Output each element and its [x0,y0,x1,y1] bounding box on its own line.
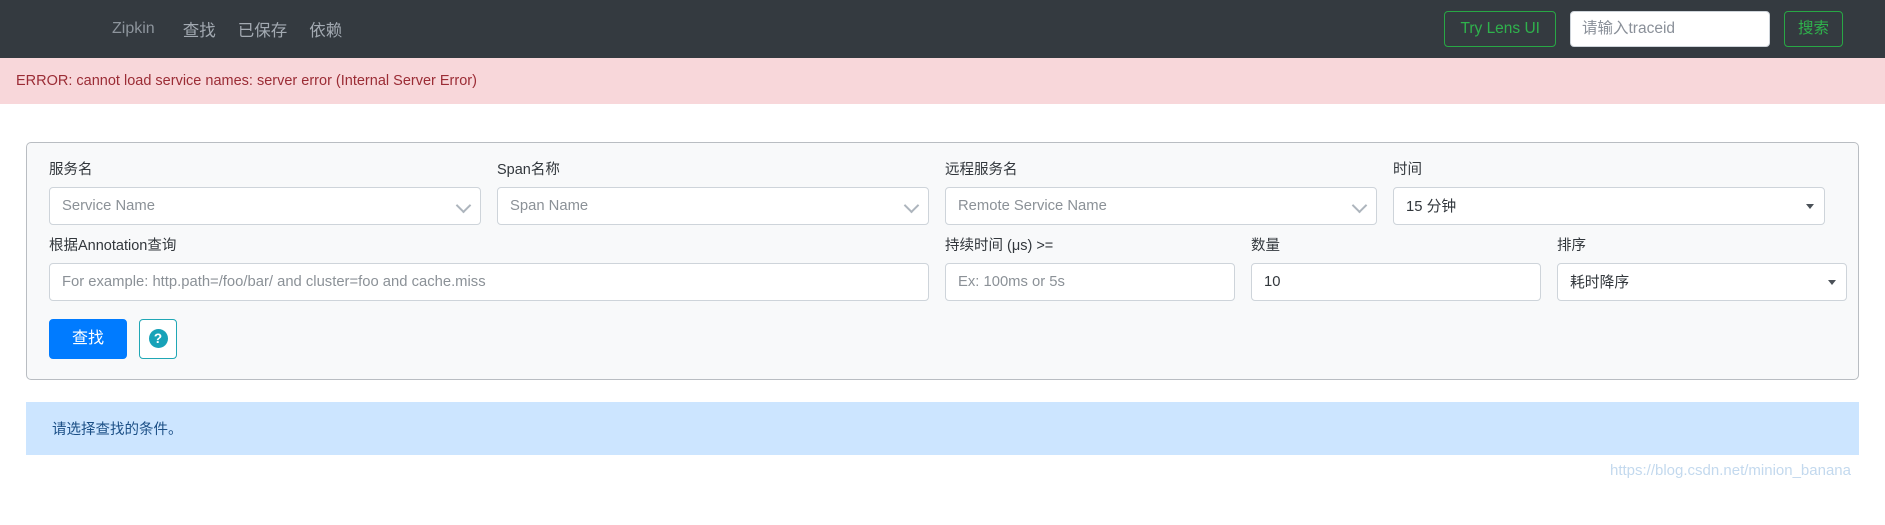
service-name-value: Service Name [62,197,155,214]
watermark-text: https://blog.csdn.net/minion_banana [1609,461,1851,479]
traceid-search-input[interactable] [1569,10,1770,47]
label-time-range: 时间 [1393,162,1422,178]
span-name-select[interactable]: Span Name [497,186,929,225]
time-range-select[interactable]: 15 分钟 [1393,186,1825,225]
remote-service-name-select[interactable]: Remote Service Name [945,186,1377,225]
label-limit-count: 数量 [1251,237,1280,254]
nav-link-find[interactable]: 查找 [183,17,216,41]
sort-order-value: 耗时降序 [1570,275,1630,292]
chevron-down-icon [455,197,472,214]
brand-logo[interactable]: Zipkin [112,20,155,38]
annotation-query-value: For example: http.path=/foo/bar/ and clu… [62,273,486,290]
annotation-query-input[interactable]: For example: http.path=/foo/bar/ and clu… [49,262,929,301]
limit-count-input[interactable]: 10 [1251,262,1541,301]
label-sort-order: 排序 [1557,237,1586,254]
duration-input[interactable]: Ex: 100ms or 5s [945,262,1235,301]
caret-down-icon [1828,279,1836,285]
info-alert-text: 请选择查找的条件。 [52,421,183,438]
sort-order-select[interactable]: 耗时降序 [1557,262,1847,301]
time-range-value: 15 分钟 [1406,199,1457,216]
info-alert: 请选择查找的条件。 https://blog.csdn.net/minion_b… [26,401,1859,479]
label-annotation-query: 根据Annotation查询 [49,237,177,254]
nav-links: 查找 已保存 依赖 [183,17,343,41]
nav-link-dependencies[interactable]: 依赖 [309,17,342,41]
find-button[interactable]: 查找 [49,318,128,359]
search-form-card: 服务名 Service Name Span名称 Span Name 远程服务名 … [26,142,1859,380]
try-lens-ui-button[interactable]: Try Lens UI [1444,10,1556,48]
label-service-name: 服务名 [49,162,93,178]
error-alert: ERROR: cannot load service names: server… [0,58,1885,104]
limit-count-value: 10 [1264,273,1281,290]
chevron-down-icon [903,197,920,214]
question-mark-icon: ? [148,329,168,349]
nav-link-saved[interactable]: 已保存 [238,17,288,41]
span-name-value: Span Name [510,197,589,214]
form-row-2: 根据Annotation查询 For example: http.path=/f… [49,237,1847,301]
label-duration: 持续时间 (μs) >= [945,237,1054,254]
form-actions: 查找 ? [49,318,1836,359]
help-button[interactable]: ? [139,318,178,359]
chevron-down-icon [1351,197,1368,214]
field-sort-order: 排序 耗时降序 [1557,237,1847,301]
service-name-select[interactable]: Service Name [49,186,481,225]
field-span-name: Span名称 Span Name [497,161,929,225]
field-service-name: 服务名 Service Name [49,161,481,225]
label-span-name: Span名称 [497,162,560,178]
field-time-range: 时间 15 分钟 [1393,161,1825,225]
label-remote-service-name: 远程服务名 [945,162,1018,178]
field-annotation-query: 根据Annotation查询 For example: http.path=/f… [49,237,929,301]
remote-service-name-value: Remote Service Name [958,197,1107,214]
field-duration: 持续时间 (μs) >= Ex: 100ms or 5s [945,237,1235,301]
navbar-right-group: Try Lens UI 搜索 [1444,10,1843,48]
field-limit-count: 数量 10 [1251,237,1541,301]
caret-down-icon [1806,203,1814,209]
top-navbar: Zipkin 查找 已保存 依赖 Try Lens UI 搜索 [0,0,1885,58]
duration-value: Ex: 100ms or 5s [958,273,1065,290]
traceid-search-button[interactable]: 搜索 [1783,10,1843,48]
field-remote-service-name: 远程服务名 Remote Service Name [945,161,1377,225]
page-body: 服务名 Service Name Span名称 Span Name 远程服务名 … [0,142,1885,479]
form-row-1: 服务名 Service Name Span名称 Span Name 远程服务名 … [49,161,1836,225]
